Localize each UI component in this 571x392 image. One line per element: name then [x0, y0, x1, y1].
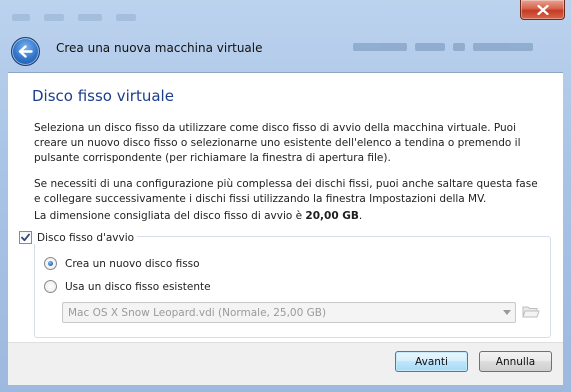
recommended-size-prefix: La dimensione consigliata del disco fiss… — [34, 210, 306, 222]
wizard-footer: Avanti Annulla — [8, 342, 563, 385]
radio-create-new-disk-label: Crea un nuovo disco fisso — [65, 257, 200, 270]
page-title: Disco fisso virtuale — [32, 87, 174, 105]
existing-disk-dropdown-value: Mac OS X Snow Leopard.vdi (Normale, 25,0… — [68, 306, 327, 319]
next-button[interactable]: Avanti — [395, 351, 468, 372]
wizard-title: Crea una nuova macchina virtuale — [56, 41, 263, 55]
cancel-button[interactable]: Annulla — [479, 351, 552, 372]
wizard-header: Crea una nuova macchina virtuale — [8, 28, 563, 72]
background-window-ghost — [12, 14, 452, 24]
close-button[interactable] — [520, 0, 565, 20]
choose-disk-file-button[interactable] — [520, 301, 542, 322]
background-window-ghost-right — [353, 43, 533, 51]
recommended-size-text: La dimensione consigliata del disco fiss… — [34, 209, 544, 224]
radio-button-selected[interactable] — [44, 257, 57, 270]
back-arrow-icon — [18, 45, 33, 58]
advanced-note-paragraph: Se necessiti di una configurazione più c… — [34, 178, 538, 205]
back-button[interactable] — [11, 37, 40, 66]
radio-use-existing-disk-label: Usa un disco fisso esistente — [65, 280, 211, 293]
recommended-size-value: 20,00 GB — [305, 210, 359, 222]
radio-use-existing-disk[interactable]: Usa un disco fisso esistente — [44, 280, 211, 293]
folder-open-icon — [522, 306, 540, 318]
boot-disk-checkbox-label: Disco fisso d'avvio — [37, 231, 135, 244]
radio-button[interactable] — [44, 280, 57, 293]
description-paragraph: Seleziona un disco fisso da utilizzare c… — [34, 122, 521, 164]
checkbox-box[interactable] — [19, 231, 32, 244]
recommended-size-suffix: . — [358, 210, 363, 222]
checkmark-icon — [21, 233, 30, 242]
chevron-down-icon — [499, 303, 515, 322]
content-panel: Disco fisso virtuale Seleziona un disco … — [8, 72, 563, 343]
existing-disk-dropdown[interactable]: Mac OS X Snow Leopard.vdi (Normale, 25,0… — [62, 302, 516, 323]
radio-create-new-disk[interactable]: Crea un nuovo disco fisso — [44, 257, 200, 270]
boot-disk-checkbox[interactable]: Disco fisso d'avvio — [18, 231, 138, 244]
close-icon — [536, 4, 549, 15]
